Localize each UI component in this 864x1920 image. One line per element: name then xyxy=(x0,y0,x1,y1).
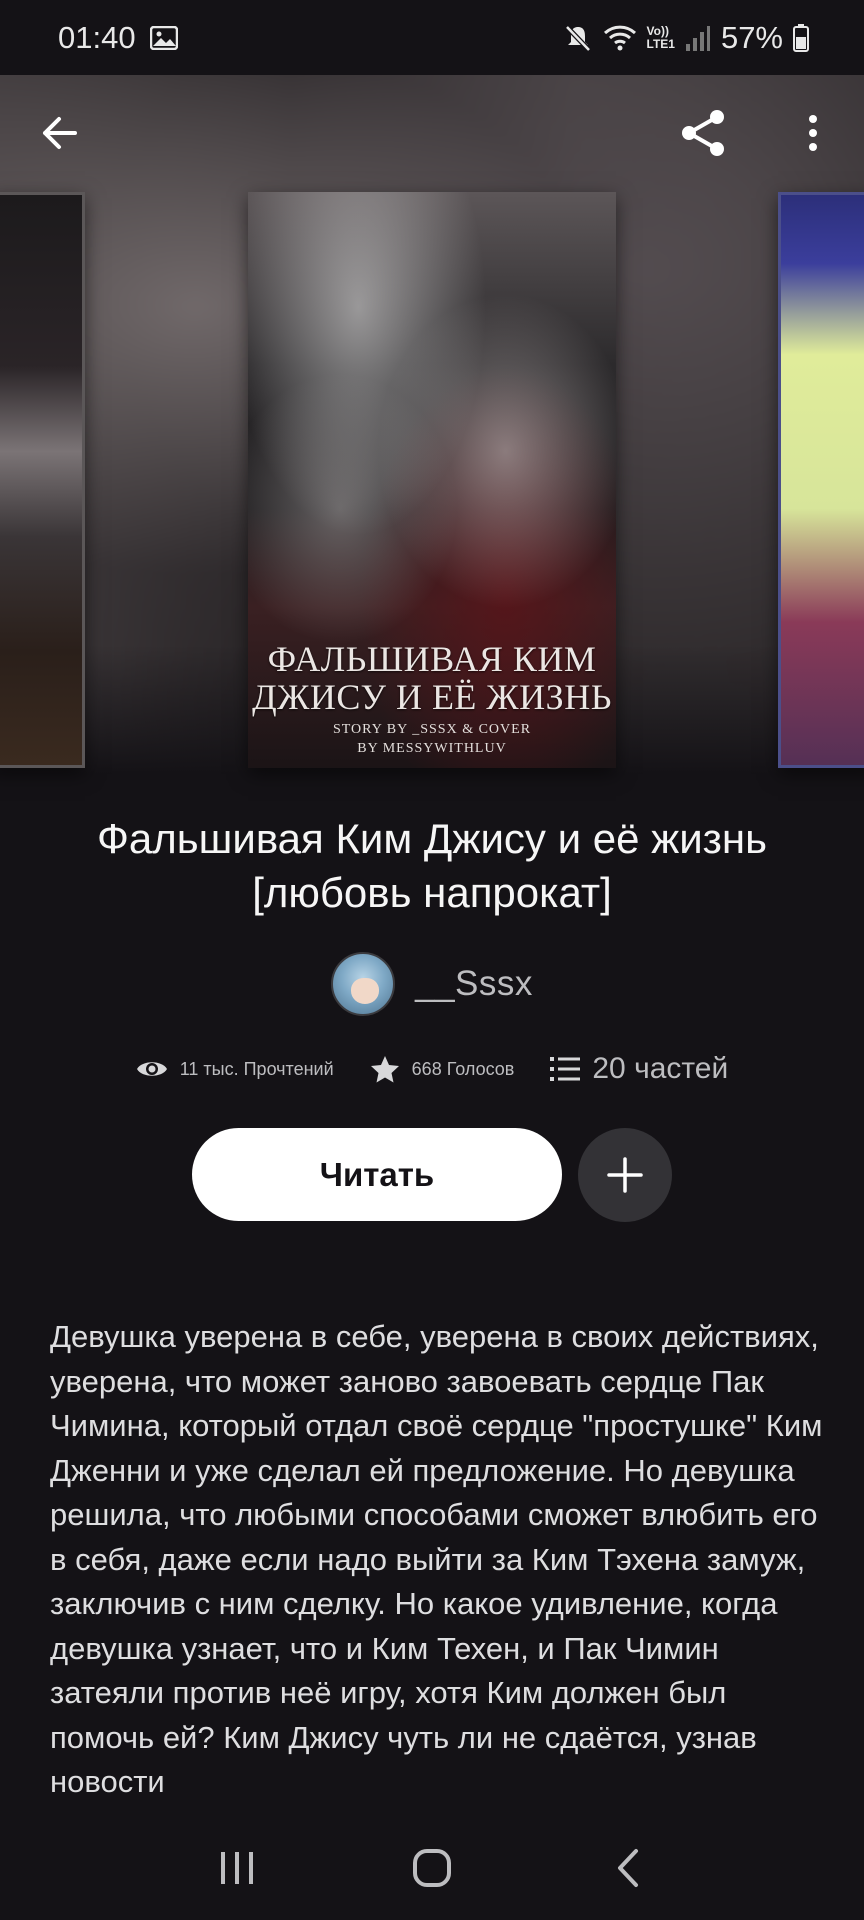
volte-lte-label: Vo)) LTE1 xyxy=(646,23,675,51)
recent-apps-button[interactable] xyxy=(197,1828,277,1908)
story-stats: 11 тыс. Прочтений 668 Голосов 20 частей xyxy=(0,1052,864,1086)
cover-credit-line-2: BY MESSYWITHLUV xyxy=(357,741,507,756)
back-button[interactable] xyxy=(24,98,94,168)
system-nav-bar xyxy=(0,1815,864,1920)
parts-stat[interactable]: 20 частей xyxy=(550,1052,728,1086)
share-button[interactable] xyxy=(668,98,738,168)
add-to-library-button[interactable] xyxy=(578,1128,672,1222)
gallery-notification-icon xyxy=(149,25,178,50)
list-icon xyxy=(550,1057,581,1081)
volte-label: Vo)) xyxy=(646,23,669,38)
signal-icon xyxy=(685,24,711,52)
cover-credit-line-1: STORY BY _SSSX & COVER xyxy=(332,722,532,737)
story-actions: Читать xyxy=(0,1128,864,1222)
author-row[interactable]: __Sssx xyxy=(0,952,864,1016)
home-button[interactable] xyxy=(392,1828,472,1908)
battery-percent: 57% xyxy=(720,19,783,55)
status-left: 01:40 xyxy=(58,20,178,56)
status-time: 01:40 xyxy=(58,19,136,55)
previous-story-cover[interactable] xyxy=(0,192,85,768)
cover-title: Фальшивая Ким Джису и её жизнь xyxy=(252,639,612,717)
author-name[interactable]: __Sssx xyxy=(415,964,533,1004)
lte-label: LTE1 xyxy=(646,36,675,51)
battery-icon xyxy=(793,23,809,52)
wifi-icon xyxy=(603,24,637,52)
parts-count[interactable]: 20 частей xyxy=(592,1052,728,1086)
author-avatar[interactable] xyxy=(331,952,396,1016)
reads-stat: 11 тыс. Прочтений xyxy=(136,1058,334,1080)
status-bar: 01:40 Vo)) LTE1 57% xyxy=(0,0,864,75)
share-icon xyxy=(682,110,724,156)
star-icon xyxy=(370,1056,399,1083)
story-description: Девушка уверена в себе, уверена в своих … xyxy=(50,1319,823,1799)
chevron-left-icon xyxy=(617,1848,638,1887)
read-button[interactable]: Читать xyxy=(192,1128,562,1221)
votes-stat: 668 Голосов xyxy=(370,1055,515,1083)
story-title: Фальшивая Ким Джису и её жизнь [любовь н… xyxy=(97,815,767,916)
more-vertical-icon xyxy=(809,115,817,151)
reads-count: 11 тыс. Прочтений xyxy=(179,1058,334,1079)
system-back-button[interactable] xyxy=(587,1828,667,1908)
mute-icon xyxy=(563,23,593,53)
arrow-left-icon xyxy=(43,117,77,149)
status-right: Vo)) LTE1 57% xyxy=(563,19,809,56)
votes-count: 668 Голосов xyxy=(411,1058,515,1079)
recent-apps-icon xyxy=(221,1851,254,1884)
home-icon xyxy=(412,1848,451,1887)
story-cover: Фальшивая Ким Джису и её жизнь STORY BY … xyxy=(248,192,616,768)
eye-icon xyxy=(136,1062,167,1076)
plus-icon xyxy=(607,1157,643,1193)
next-story-cover[interactable] xyxy=(778,192,864,768)
more-options-button[interactable] xyxy=(778,98,848,168)
